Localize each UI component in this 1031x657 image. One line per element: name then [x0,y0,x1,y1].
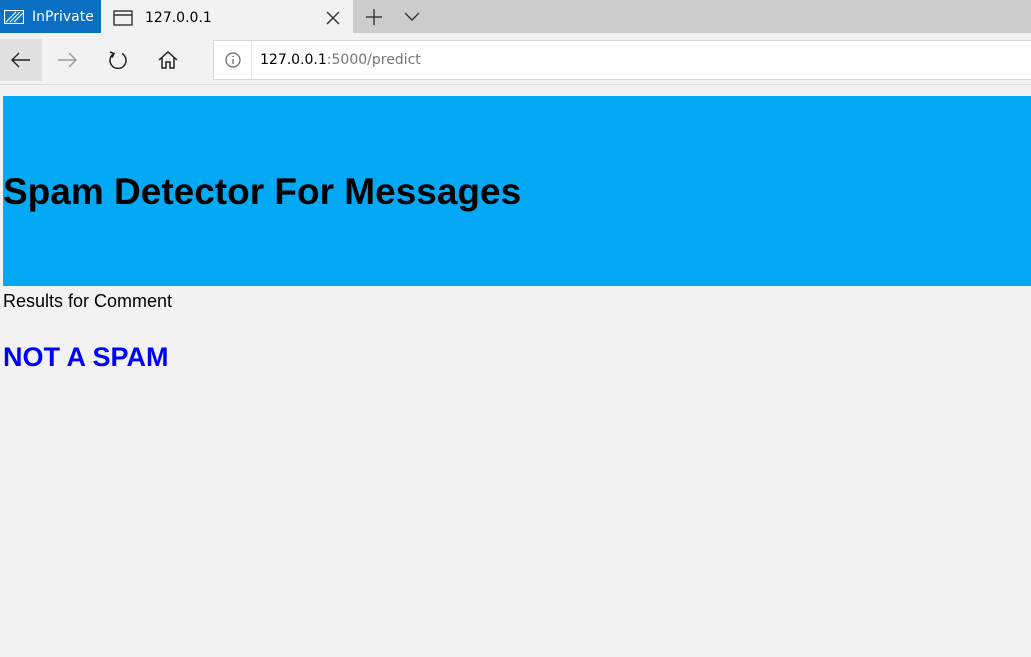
tab-menu-button[interactable] [393,0,431,33]
close-tab-button[interactable] [313,1,353,34]
url-path: :5000/predict [326,52,421,68]
back-button[interactable] [0,39,42,81]
header-banner: Spam Detector For Messages [3,96,1031,286]
back-arrow-icon [11,52,30,68]
inprivate-label: InPrivate [32,8,94,25]
new-tab-button[interactable] [355,0,393,33]
close-icon [326,11,340,24]
page-title: Spam Detector For Messages [3,171,522,212]
inprivate-indicator[interactable]: InPrivate [0,0,101,33]
inprivate-icon [4,9,24,24]
forward-arrow-icon [58,52,77,68]
url-text: 127.0.0.1:5000/predict [252,52,421,68]
address-bar[interactable]: 127.0.0.1:5000/predict [213,40,1031,80]
info-icon [224,52,241,68]
home-button[interactable] [147,39,189,81]
refresh-button[interactable] [97,39,139,81]
navigation-bar: 127.0.0.1:5000/predict [0,35,1031,85]
tab-strip: InPrivate 127.0.0.1 [0,0,1031,35]
home-icon [158,51,178,69]
prediction-result: NOT A SPAM [3,342,169,372]
browser-tab[interactable]: 127.0.0.1 [101,0,353,35]
refresh-icon [109,51,127,70]
tab-title: 127.0.0.1 [145,9,212,26]
forward-button[interactable] [46,39,88,81]
results-label: Results for Comment [3,291,173,311]
plus-icon [366,8,382,25]
site-info-button[interactable] [214,41,252,79]
tab-page-icon [113,9,133,26]
chevron-down-icon [404,12,420,21]
url-host: 127.0.0.1 [260,52,327,68]
page-content: Spam Detector For Messages Results for C… [3,86,1031,657]
